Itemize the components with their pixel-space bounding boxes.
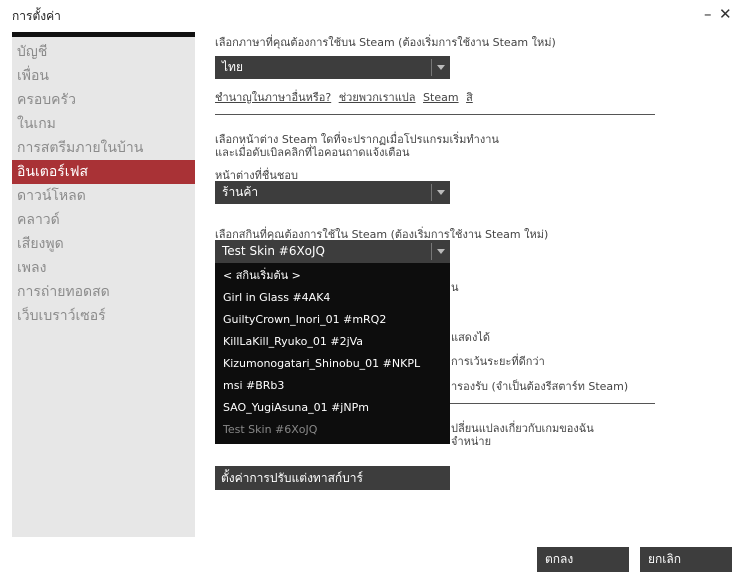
- settings-sidebar: บัญชี เพื่อน ครอบครัว ในเกม การสตรีมภายใ…: [12, 32, 195, 537]
- sidebar-item-account[interactable]: บัญชี: [12, 40, 195, 64]
- skin-option[interactable]: msi #BRb3: [215, 375, 450, 397]
- skin-option-selected[interactable]: Test Skin #6XoJQ: [215, 419, 450, 441]
- obscured-text-4: ารองรับ (จำเป็นต้องรีสตาร์ท Steam): [451, 380, 629, 393]
- favorite-window-value: ร้านค้า: [222, 185, 259, 199]
- settings-content: เลือกภาษาที่คุณต้องการใช้บน Steam (ต้องเ…: [215, 0, 735, 540]
- skin-dropdown-list: < สกินเริ่มต้น > Girl in Glass #4AK4 Gui…: [215, 263, 450, 444]
- sidebar-item-friends[interactable]: เพื่อน: [12, 64, 195, 88]
- start-window-desc-2: และเมื่อดับเบิลคลิกที่ไอคอนถาดแจ้งเตือน: [215, 146, 410, 159]
- sidebar-item-in-game[interactable]: ในเกม: [12, 112, 195, 136]
- sidebar-item-interface[interactable]: อินเตอร์เฟส: [12, 160, 195, 184]
- skin-option[interactable]: Kizumonogatari_Shinobu_01 #NKPL: [215, 353, 450, 375]
- sidebar-item-voice[interactable]: เสียงพูด: [12, 232, 195, 256]
- obscured-text-2: แสดงได้: [451, 331, 490, 344]
- ok-button[interactable]: ตกลง: [537, 547, 629, 572]
- language-label: เลือกภาษาที่คุณต้องการใช้บน Steam (ต้องเ…: [215, 36, 556, 49]
- sidebar-item-cloud[interactable]: คลาวด์: [12, 208, 195, 232]
- skin-dropdown[interactable]: Test Skin #6XoJQ: [215, 240, 450, 263]
- cancel-button[interactable]: ยกเลิก: [640, 547, 732, 572]
- sidebar-item-home-streaming[interactable]: การสตรีมภายในบ้าน: [12, 136, 195, 160]
- skin-option[interactable]: Girl in Glass #4AK4: [215, 287, 450, 309]
- obscured-text-1: น: [451, 281, 459, 294]
- favorite-window-dropdown[interactable]: ร้านค้า: [215, 181, 450, 204]
- skin-dropdown-value: Test Skin #6XoJQ: [222, 244, 326, 258]
- sidebar-item-music[interactable]: เพลง: [12, 256, 195, 280]
- skin-option[interactable]: KillLaKill_Ryuko_01 #2jVa: [215, 331, 450, 353]
- skin-option[interactable]: GuiltyCrown_Inori_01 #mRQ2: [215, 309, 450, 331]
- steam-link[interactable]: Steam: [423, 91, 459, 104]
- sidebar-item-web-browser[interactable]: เว็บเบราว์เซอร์: [12, 304, 195, 328]
- sidebar-item-family[interactable]: ครอบครัว: [12, 88, 195, 112]
- chevron-down-icon: [431, 184, 450, 201]
- other-language-link[interactable]: ชำนาญในภาษาอื่นหรือ?: [215, 91, 331, 104]
- chevron-down-icon: [431, 243, 450, 260]
- obscured-text-6: จำหน่าย: [451, 435, 492, 448]
- help-translate-link[interactable]: ช่วยพวกเราแปล: [339, 91, 416, 104]
- obscured-text-3: การเว้นระยะที่ดีกว่า: [451, 355, 545, 368]
- window-title: การตั้งค่า: [12, 9, 61, 23]
- divider: [215, 114, 655, 115]
- chevron-down-icon: [431, 59, 450, 76]
- sidebar-item-broadcasting[interactable]: การถ่ายทอดสด: [12, 280, 195, 304]
- language-dropdown-value: ไทย: [222, 60, 243, 74]
- skin-option[interactable]: < สกินเริ่มต้น >: [215, 265, 450, 287]
- sidebar-item-downloads[interactable]: ดาวน์โหลด: [12, 184, 195, 208]
- language-dropdown[interactable]: ไทย: [215, 56, 450, 79]
- taskbar-settings-button[interactable]: ตั้งค่าการปรับแต่งทาสก์บาร์: [215, 466, 450, 490]
- skin-option[interactable]: SAO_YugiAsuna_01 #jNPm: [215, 397, 450, 419]
- translate-links: ชำนาญในภาษาอื่นหรือ? ช่วยพวกเราแปล Steam…: [215, 88, 477, 106]
- si-link[interactable]: สิ: [466, 91, 473, 104]
